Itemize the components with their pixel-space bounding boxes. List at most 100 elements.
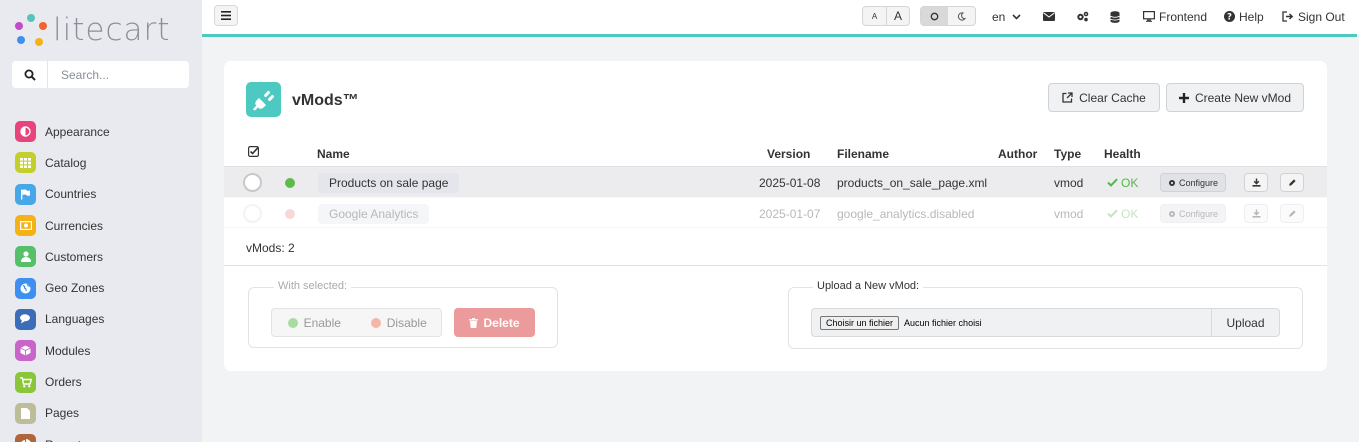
logo[interactable]: litecart: [13, 10, 170, 50]
select-all-checkbox[interactable]: [248, 146, 260, 160]
vmod-filename: products_on_sale_page.xml: [837, 175, 988, 190]
column-name[interactable]: Name: [317, 147, 350, 161]
vmod-filename: google_analytics.disabled: [837, 206, 975, 221]
light-theme-button[interactable]: [921, 7, 948, 25]
sign-out-icon: [1282, 11, 1294, 22]
sidebar-item-appearance[interactable]: Appearance: [15, 116, 110, 147]
create-vmod-label: Create New vMod: [1194, 90, 1292, 105]
sidebar-item-orders[interactable]: Orders: [15, 366, 110, 397]
sidebar-item-catalog[interactable]: Catalog: [15, 147, 110, 178]
help-link[interactable]: ? Help: [1224, 0, 1264, 33]
catalog-icon: [15, 152, 36, 174]
download-button[interactable]: [1244, 167, 1268, 198]
upload-button[interactable]: Upload: [1211, 309, 1279, 336]
frontend-label: Frontend: [1159, 9, 1208, 24]
download-button[interactable]: [1244, 198, 1268, 229]
gear-icon: [1169, 210, 1175, 217]
column-health[interactable]: Health: [1104, 147, 1141, 161]
database-button[interactable]: [1110, 0, 1120, 33]
svg-text:?: ?: [1227, 13, 1232, 23]
configure-button[interactable]: Configure: [1160, 198, 1227, 229]
enable-dot-icon: [287, 317, 298, 328]
column-version[interactable]: Version: [767, 147, 810, 161]
vmod-type: vmod: [1054, 175, 1084, 190]
create-vmod-button[interactable]: Create New vMod: [1166, 83, 1304, 112]
check-icon: [1107, 209, 1118, 218]
plug-icon: [252, 90, 274, 110]
external-link-icon: [1062, 92, 1073, 103]
chat-icon: [15, 308, 36, 330]
upload-legend: Upload a New vMod:: [813, 280, 924, 292]
sidebar-item-reports[interactable]: Reports: [15, 429, 110, 442]
edit-button[interactable]: [1280, 167, 1304, 198]
column-type[interactable]: Type: [1054, 147, 1081, 161]
question-circle-icon: ?: [1224, 11, 1235, 22]
column-author[interactable]: Author: [998, 147, 1037, 161]
logo-text: litecart: [53, 12, 171, 48]
plus-icon: [1178, 92, 1189, 103]
sun-icon: [930, 12, 939, 20]
enable-button[interactable]: Enable: [272, 309, 357, 336]
search-input[interactable]: [48, 61, 188, 88]
settings-button[interactable]: [1076, 0, 1089, 33]
file-upload-group: Choisir un fichier Aucun fichier choisi …: [811, 308, 1280, 337]
row-select-radio[interactable]: [243, 198, 262, 229]
sidebar-item-currencies[interactable]: Currencies: [15, 210, 110, 241]
sign-out-link[interactable]: Sign Out: [1282, 0, 1345, 33]
sidebar-item-customers[interactable]: Customers: [15, 241, 110, 272]
sidebar-item-countries[interactable]: Countries: [15, 179, 110, 210]
bulk-actions-fieldset: With selected: Enable Disable Delete: [248, 280, 558, 348]
frontend-link[interactable]: Frontend: [1143, 0, 1207, 33]
file-input[interactable]: Choisir un fichier Aucun fichier choisi: [812, 309, 1211, 336]
cart-icon: [15, 371, 36, 393]
font-small-button[interactable]: A: [863, 7, 886, 25]
cube-icon: [15, 340, 36, 362]
edit-button[interactable]: [1280, 198, 1304, 229]
disable-button[interactable]: Disable: [357, 309, 442, 336]
dark-theme-button[interactable]: [948, 7, 975, 25]
vmod-version: 2025-01-08: [759, 175, 821, 190]
menu-toggle-button[interactable]: [214, 5, 238, 26]
table-row[interactable]: Google Analytics 2025-01-07 google_analy…: [224, 197, 1327, 228]
vmod-version: 2025-01-07: [759, 206, 821, 221]
sidebar-item-pages[interactable]: Pages: [15, 398, 110, 429]
language-selector[interactable]: en: [992, 0, 1021, 33]
sidebar: litecart Appearance Catalog Countries Curre…: [0, 0, 202, 442]
search-box: [12, 61, 189, 88]
no-file-label: Aucun fichier choisi: [904, 317, 982, 328]
sidebar-item-geo-zones[interactable]: Geo Zones: [15, 272, 110, 303]
font-large-button[interactable]: A: [886, 7, 909, 25]
sidebar-item-label: Countries: [45, 187, 97, 202]
delete-button[interactable]: Delete: [454, 308, 535, 337]
check-icon: [1107, 178, 1118, 187]
sidebar-item-label: Geo Zones: [45, 281, 105, 296]
divider: [224, 265, 1327, 266]
topbar-accent-line: [202, 34, 1357, 37]
appearance-icon: [15, 121, 36, 143]
bulk-actions-legend: With selected:: [274, 280, 352, 292]
vmod-health: OK: [1107, 167, 1138, 198]
globe-icon: [15, 277, 36, 299]
sidebar-item-languages[interactable]: Languages: [15, 304, 110, 335]
pencil-icon: [1288, 179, 1296, 186]
row-select-radio[interactable]: [243, 167, 262, 198]
vmod-name[interactable]: Google Analytics: [318, 198, 430, 229]
mail-button[interactable]: [1043, 0, 1055, 33]
download-icon: [1252, 209, 1260, 218]
vmod-health: OK: [1107, 198, 1138, 229]
language-label: en: [992, 9, 1006, 24]
clear-cache-button[interactable]: Clear Cache: [1048, 83, 1160, 112]
table-row[interactable]: Products on sale page 2025-01-08 product…: [224, 166, 1327, 197]
sidebar-item-modules[interactable]: Modules: [15, 335, 110, 366]
money-icon: [15, 215, 36, 237]
upload-fieldset: Upload a New vMod: Choisir un fichier Au…: [788, 280, 1303, 349]
vmod-name[interactable]: Products on sale page: [318, 167, 460, 198]
chevron-down-icon: [1012, 13, 1021, 20]
monitor-icon: [1143, 11, 1155, 22]
column-filename[interactable]: Filename: [837, 147, 889, 161]
search-icon: [12, 61, 48, 88]
configure-button[interactable]: Configure: [1160, 167, 1227, 198]
database-icon: [1110, 10, 1120, 23]
enable-disable-group: Enable Disable: [271, 308, 442, 337]
choose-file-button[interactable]: Choisir un fichier: [820, 315, 900, 330]
